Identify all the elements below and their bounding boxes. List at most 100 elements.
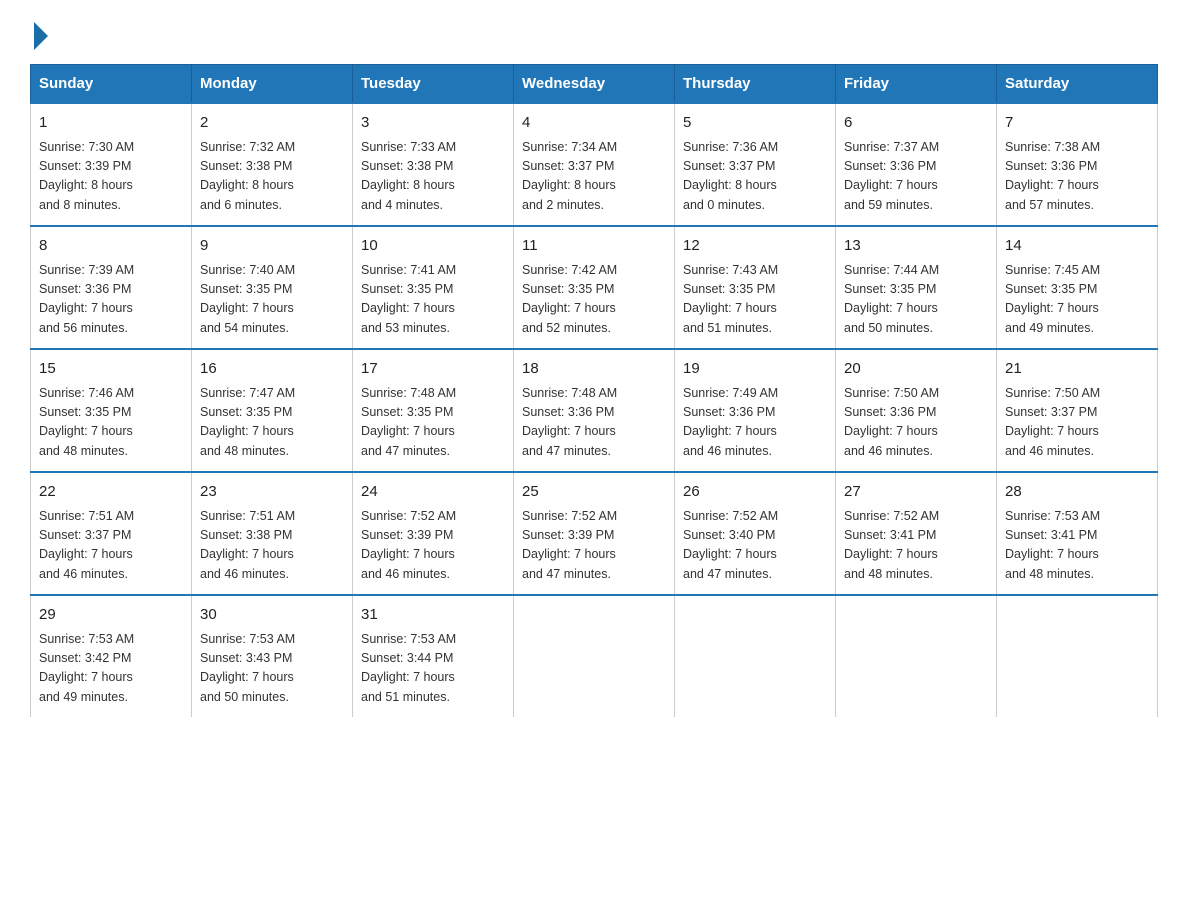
calendar-day-cell: 10 Sunrise: 7:41 AM Sunset: 3:35 PM Dayli… <box>353 226 514 349</box>
day-info: Sunrise: 7:53 AM Sunset: 3:43 PM Dayligh… <box>200 630 344 708</box>
page-header <box>30 20 1158 46</box>
day-info: Sunrise: 7:53 AM Sunset: 3:42 PM Dayligh… <box>39 630 183 708</box>
calendar-day-cell: 5 Sunrise: 7:36 AM Sunset: 3:37 PM Daylig… <box>675 103 836 226</box>
col-header-wednesday: Wednesday <box>514 65 675 104</box>
calendar-week-row: 29 Sunrise: 7:53 AM Sunset: 3:42 PM Dayli… <box>31 595 1158 717</box>
day-number: 3 <box>361 112 505 135</box>
day-number: 22 <box>39 481 183 504</box>
day-number: 1 <box>39 112 183 135</box>
calendar-day-cell <box>997 595 1158 717</box>
calendar-day-cell: 18 Sunrise: 7:48 AM Sunset: 3:36 PM Dayli… <box>514 349 675 472</box>
day-number: 18 <box>522 358 666 381</box>
day-info: Sunrise: 7:52 AM Sunset: 3:41 PM Dayligh… <box>844 507 988 585</box>
calendar-day-cell: 11 Sunrise: 7:42 AM Sunset: 3:35 PM Dayli… <box>514 226 675 349</box>
day-number: 12 <box>683 235 827 258</box>
calendar-day-cell: 7 Sunrise: 7:38 AM Sunset: 3:36 PM Daylig… <box>997 103 1158 226</box>
calendar-day-cell: 27Sunrise: 7:52 AM Sunset: 3:41 PM Dayli… <box>836 472 997 595</box>
day-number: 13 <box>844 235 988 258</box>
calendar-day-cell: 19 Sunrise: 7:49 AM Sunset: 3:36 PM Dayli… <box>675 349 836 472</box>
day-number: 31 <box>361 604 505 627</box>
day-number: 19 <box>683 358 827 381</box>
day-info: Sunrise: 7:51 AM Sunset: 3:37 PM Dayligh… <box>39 507 183 585</box>
calendar-day-cell: 31 Sunrise: 7:53 AM Sunset: 3:44 PM Dayli… <box>353 595 514 717</box>
day-number: 23 <box>200 481 344 504</box>
day-number: 29 <box>39 604 183 627</box>
day-info: Sunrise: 7:39 AM Sunset: 3:36 PM Dayligh… <box>39 261 183 339</box>
day-number: 7 <box>1005 112 1149 135</box>
calendar-day-cell: 4 Sunrise: 7:34 AM Sunset: 3:37 PM Daylig… <box>514 103 675 226</box>
day-number: 16 <box>200 358 344 381</box>
day-info: Sunrise: 7:43 AM Sunset: 3:35 PM Dayligh… <box>683 261 827 339</box>
logo <box>30 20 48 46</box>
day-number: 17 <box>361 358 505 381</box>
day-info: Sunrise: 7:30 AM Sunset: 3:39 PM Dayligh… <box>39 138 183 216</box>
calendar-day-cell: 16 Sunrise: 7:47 AM Sunset: 3:35 PM Dayli… <box>192 349 353 472</box>
day-info: Sunrise: 7:48 AM Sunset: 3:36 PM Dayligh… <box>522 384 666 462</box>
calendar-week-row: 1 Sunrise: 7:30 AM Sunset: 3:39 PM Daylig… <box>31 103 1158 226</box>
calendar-day-cell: 17 Sunrise: 7:48 AM Sunset: 3:35 PM Dayli… <box>353 349 514 472</box>
calendar-week-row: 15 Sunrise: 7:46 AM Sunset: 3:35 PM Dayli… <box>31 349 1158 472</box>
col-header-saturday: Saturday <box>997 65 1158 104</box>
calendar-day-cell: 3 Sunrise: 7:33 AM Sunset: 3:38 PM Daylig… <box>353 103 514 226</box>
day-number: 28 <box>1005 481 1149 504</box>
day-info: Sunrise: 7:38 AM Sunset: 3:36 PM Dayligh… <box>1005 138 1149 216</box>
col-header-monday: Monday <box>192 65 353 104</box>
day-info: Sunrise: 7:51 AM Sunset: 3:38 PM Dayligh… <box>200 507 344 585</box>
calendar-day-cell: 30 Sunrise: 7:53 AM Sunset: 3:43 PM Dayli… <box>192 595 353 717</box>
calendar-day-cell <box>514 595 675 717</box>
calendar-week-row: 22 Sunrise: 7:51 AM Sunset: 3:37 PM Dayli… <box>31 472 1158 595</box>
day-info: Sunrise: 7:49 AM Sunset: 3:36 PM Dayligh… <box>683 384 827 462</box>
day-info: Sunrise: 7:37 AM Sunset: 3:36 PM Dayligh… <box>844 138 988 216</box>
day-number: 5 <box>683 112 827 135</box>
calendar-day-cell: 22 Sunrise: 7:51 AM Sunset: 3:37 PM Dayli… <box>31 472 192 595</box>
day-info: Sunrise: 7:44 AM Sunset: 3:35 PM Dayligh… <box>844 261 988 339</box>
day-info: Sunrise: 7:53 AM Sunset: 3:44 PM Dayligh… <box>361 630 505 708</box>
calendar-day-cell: 2 Sunrise: 7:32 AM Sunset: 3:38 PM Daylig… <box>192 103 353 226</box>
calendar-day-cell: 29 Sunrise: 7:53 AM Sunset: 3:42 PM Dayli… <box>31 595 192 717</box>
day-number: 14 <box>1005 235 1149 258</box>
calendar-day-cell: 28 Sunrise: 7:53 AM Sunset: 3:41 PM Dayli… <box>997 472 1158 595</box>
day-info: Sunrise: 7:32 AM Sunset: 3:38 PM Dayligh… <box>200 138 344 216</box>
calendar-day-cell <box>836 595 997 717</box>
day-info: Sunrise: 7:40 AM Sunset: 3:35 PM Dayligh… <box>200 261 344 339</box>
day-number: 24 <box>361 481 505 504</box>
day-info: Sunrise: 7:34 AM Sunset: 3:37 PM Dayligh… <box>522 138 666 216</box>
day-number: 9 <box>200 235 344 258</box>
day-info: Sunrise: 7:52 AM Sunset: 3:40 PM Dayligh… <box>683 507 827 585</box>
logo-arrow-icon <box>34 22 48 50</box>
day-number: 25 <box>522 481 666 504</box>
calendar-day-cell: 1 Sunrise: 7:30 AM Sunset: 3:39 PM Daylig… <box>31 103 192 226</box>
calendar-table: SundayMondayTuesdayWednesdayThursdayFrid… <box>30 64 1158 717</box>
day-info: Sunrise: 7:42 AM Sunset: 3:35 PM Dayligh… <box>522 261 666 339</box>
day-number: 2 <box>200 112 344 135</box>
day-info: Sunrise: 7:52 AM Sunset: 3:39 PM Dayligh… <box>361 507 505 585</box>
day-number: 10 <box>361 235 505 258</box>
day-info: Sunrise: 7:53 AM Sunset: 3:41 PM Dayligh… <box>1005 507 1149 585</box>
day-info: Sunrise: 7:45 AM Sunset: 3:35 PM Dayligh… <box>1005 261 1149 339</box>
col-header-tuesday: Tuesday <box>353 65 514 104</box>
day-number: 11 <box>522 235 666 258</box>
calendar-day-cell: 12 Sunrise: 7:43 AM Sunset: 3:35 PM Dayli… <box>675 226 836 349</box>
day-info: Sunrise: 7:41 AM Sunset: 3:35 PM Dayligh… <box>361 261 505 339</box>
calendar-day-cell: 8Sunrise: 7:39 AM Sunset: 3:36 PM Daylig… <box>31 226 192 349</box>
calendar-day-cell: 9 Sunrise: 7:40 AM Sunset: 3:35 PM Daylig… <box>192 226 353 349</box>
calendar-day-cell: 23 Sunrise: 7:51 AM Sunset: 3:38 PM Dayli… <box>192 472 353 595</box>
day-info: Sunrise: 7:50 AM Sunset: 3:37 PM Dayligh… <box>1005 384 1149 462</box>
calendar-day-cell: 24 Sunrise: 7:52 AM Sunset: 3:39 PM Dayli… <box>353 472 514 595</box>
day-number: 30 <box>200 604 344 627</box>
day-info: Sunrise: 7:33 AM Sunset: 3:38 PM Dayligh… <box>361 138 505 216</box>
calendar-day-cell: 21 Sunrise: 7:50 AM Sunset: 3:37 PM Dayli… <box>997 349 1158 472</box>
day-info: Sunrise: 7:36 AM Sunset: 3:37 PM Dayligh… <box>683 138 827 216</box>
calendar-day-cell: 14 Sunrise: 7:45 AM Sunset: 3:35 PM Dayli… <box>997 226 1158 349</box>
calendar-day-cell: 15 Sunrise: 7:46 AM Sunset: 3:35 PM Dayli… <box>31 349 192 472</box>
day-info: Sunrise: 7:46 AM Sunset: 3:35 PM Dayligh… <box>39 384 183 462</box>
col-header-friday: Friday <box>836 65 997 104</box>
day-number: 21 <box>1005 358 1149 381</box>
day-number: 4 <box>522 112 666 135</box>
day-info: Sunrise: 7:48 AM Sunset: 3:35 PM Dayligh… <box>361 384 505 462</box>
day-info: Sunrise: 7:50 AM Sunset: 3:36 PM Dayligh… <box>844 384 988 462</box>
day-info: Sunrise: 7:47 AM Sunset: 3:35 PM Dayligh… <box>200 384 344 462</box>
calendar-day-cell: 20Sunrise: 7:50 AM Sunset: 3:36 PM Dayli… <box>836 349 997 472</box>
day-number: 15 <box>39 358 183 381</box>
calendar-day-cell: 6Sunrise: 7:37 AM Sunset: 3:36 PM Daylig… <box>836 103 997 226</box>
